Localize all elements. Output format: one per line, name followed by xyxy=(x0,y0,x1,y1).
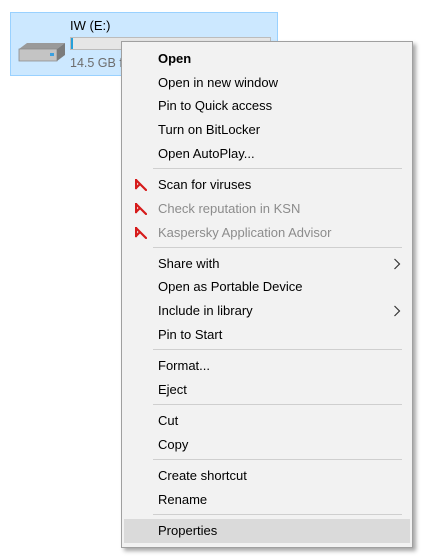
menu-item-label: Copy xyxy=(158,437,189,452)
menu-item-label: Cut xyxy=(158,413,179,428)
menu-item-properties[interactable]: Properties xyxy=(124,519,410,543)
menu-item-share-with[interactable]: Share with xyxy=(124,252,410,276)
menu-separator xyxy=(153,404,402,405)
context-menu: Open Open in new window Pin to Quick acc… xyxy=(121,41,413,548)
menu-item-open-new-window[interactable]: Open in new window xyxy=(124,71,410,95)
menu-item-label: Open as Portable Device xyxy=(158,279,303,294)
kaspersky-k-icon xyxy=(135,227,147,239)
menu-item-label: Eject xyxy=(158,382,187,397)
menu-item-label: Turn on BitLocker xyxy=(158,122,261,137)
menu-item-open[interactable]: Open xyxy=(124,47,410,71)
menu-item-label: Open xyxy=(158,51,192,66)
menu-item-open-portable-device[interactable]: Open as Portable Device xyxy=(124,275,410,299)
menu-item-autoplay[interactable]: Open AutoPlay... xyxy=(124,142,410,166)
menu-item-check-reputation-ksn[interactable]: Check reputation in KSN xyxy=(124,197,410,221)
menu-separator xyxy=(153,514,402,515)
menu-item-label: Create shortcut xyxy=(158,468,247,483)
menu-separator xyxy=(153,168,402,169)
drive-usage-fill xyxy=(71,38,73,49)
menu-item-create-shortcut[interactable]: Create shortcut xyxy=(124,464,410,488)
menu-item-label: Rename xyxy=(158,492,208,507)
menu-item-scan-viruses[interactable]: Scan for viruses xyxy=(124,173,410,197)
menu-item-label: Open in new window xyxy=(158,75,278,90)
menu-separator xyxy=(153,459,402,460)
drive-name: IW (E:) xyxy=(70,18,111,33)
menu-item-pin-quick-access[interactable]: Pin to Quick access xyxy=(124,94,410,118)
usb-drive-icon xyxy=(18,43,65,62)
menu-item-label: Include in library xyxy=(158,303,253,318)
chevron-right-icon xyxy=(394,305,401,317)
kaspersky-k-icon xyxy=(135,203,147,215)
menu-item-eject[interactable]: Eject xyxy=(124,378,410,402)
menu-item-cut[interactable]: Cut xyxy=(124,409,410,433)
menu-item-bitlocker[interactable]: Turn on BitLocker xyxy=(124,118,410,142)
menu-item-label: Pin to Start xyxy=(158,327,223,342)
menu-item-copy[interactable]: Copy xyxy=(124,433,410,457)
menu-item-label: Share with xyxy=(158,256,220,271)
menu-item-label: Format... xyxy=(158,358,211,373)
menu-item-include-library[interactable]: Include in library xyxy=(124,299,410,323)
menu-item-label: Check reputation in KSN xyxy=(158,201,301,216)
menu-item-label: Pin to Quick access xyxy=(158,98,273,113)
menu-separator xyxy=(153,247,402,248)
menu-item-label: Properties xyxy=(158,523,218,538)
menu-item-label: Scan for viruses xyxy=(158,177,252,192)
explorer-view: IW (E:) 14.5 GB free of 14.6 GB Open Ope… xyxy=(0,0,433,560)
menu-separator xyxy=(153,349,402,350)
menu-item-pin-start[interactable]: Pin to Start xyxy=(124,323,410,347)
kaspersky-k-icon xyxy=(135,179,147,191)
menu-item-format[interactable]: Format... xyxy=(124,354,410,378)
menu-item-rename[interactable]: Rename xyxy=(124,488,410,512)
menu-item-label: Kaspersky Application Advisor xyxy=(158,225,332,240)
chevron-right-icon xyxy=(394,258,401,270)
menu-item-label: Open AutoPlay... xyxy=(158,146,255,161)
menu-item-kaspersky-advisor[interactable]: Kaspersky Application Advisor xyxy=(124,221,410,245)
